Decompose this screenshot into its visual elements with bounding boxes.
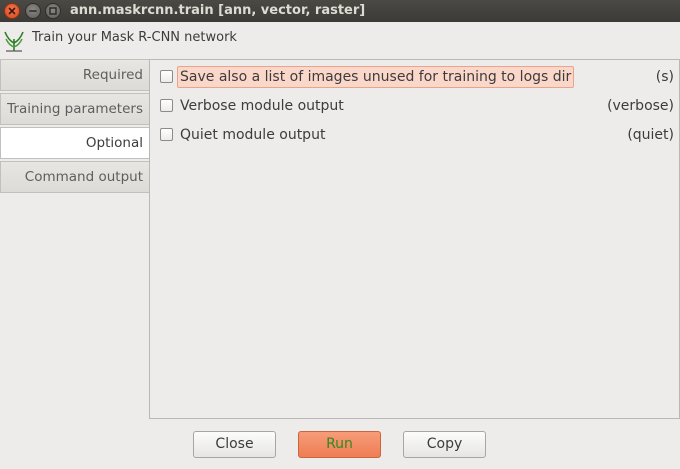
- close-button[interactable]: Close: [193, 431, 276, 458]
- option-flag: (s): [655, 69, 674, 85]
- module-description: Train your Mask R-CNN network: [32, 30, 237, 45]
- tab-training-parameters[interactable]: Training parameters: [0, 93, 149, 125]
- grass-gis-logo-icon: [4, 31, 24, 52]
- option-flag: (quiet): [627, 127, 674, 143]
- tab-required[interactable]: Required: [0, 59, 149, 91]
- option-label[interactable]: Save also a list of images unused for tr…: [177, 66, 575, 88]
- option-label[interactable]: Verbose module output: [178, 95, 346, 117]
- tab-label: Command output: [24, 169, 143, 185]
- close-icon: [8, 7, 16, 15]
- option-row-s: Save also a list of images unused for tr…: [158, 66, 678, 88]
- option-flag: (verbose): [607, 98, 674, 114]
- window-titlebar: ann.maskrcnn.train [ann, vector, raster]: [0, 0, 680, 22]
- option-row-verbose: Verbose module output (verbose): [158, 95, 678, 117]
- minimize-icon: [29, 10, 37, 12]
- maximize-icon: [49, 7, 57, 15]
- save-unused-images-checkbox[interactable]: [160, 70, 173, 83]
- window-close-button[interactable]: [4, 3, 20, 19]
- run-button[interactable]: Run: [298, 431, 381, 458]
- window-title: ann.maskrcnn.train [ann, vector, raster]: [70, 3, 366, 18]
- verbose-output-checkbox[interactable]: [160, 99, 173, 112]
- copy-button[interactable]: Copy: [403, 431, 486, 458]
- module-header: Train your Mask R-CNN network: [0, 22, 680, 58]
- tab-optional[interactable]: Optional: [0, 127, 149, 159]
- tab-label: Training parameters: [7, 101, 143, 117]
- window-maximize-button[interactable]: [45, 3, 61, 19]
- option-label[interactable]: Quiet module output: [178, 124, 327, 146]
- tab-command-output[interactable]: Command output: [0, 161, 149, 193]
- option-row-quiet: Quiet module output (quiet): [158, 124, 678, 146]
- quiet-output-checkbox[interactable]: [160, 128, 173, 141]
- tab-label: Optional: [85, 135, 143, 151]
- window-minimize-button[interactable]: [25, 3, 41, 19]
- tab-label: Required: [82, 67, 143, 83]
